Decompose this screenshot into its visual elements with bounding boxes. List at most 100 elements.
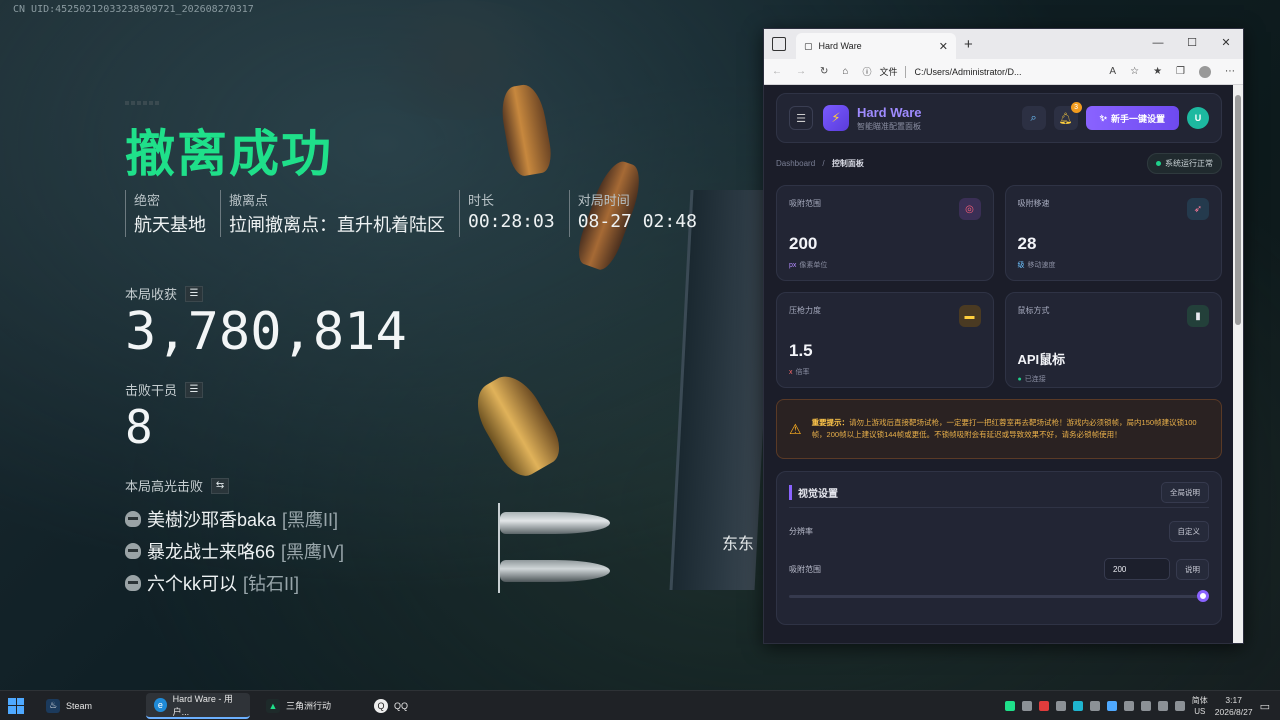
gun-icon: ▬ xyxy=(958,305,981,327)
taskbar-app-game[interactable]: ▲ 三角洲行动 xyxy=(258,693,358,719)
stat-card-speed: 吸附移速 ➶ 28 级移动速度 xyxy=(1004,185,1222,281)
forward-icon[interactable]: → xyxy=(796,66,806,77)
list-item: 美樹沙耶香baka [黑鹰II] xyxy=(125,503,344,535)
more-icon[interactable]: ⋯ xyxy=(1225,66,1235,77)
defeated-value: 8 xyxy=(125,400,153,454)
target-icon: ◎ xyxy=(958,198,981,220)
brand-title: Hard Ware xyxy=(857,104,922,120)
page-icon: ▢ xyxy=(804,40,813,51)
new-tab-icon[interactable]: + xyxy=(964,36,973,53)
global-help-button[interactable]: 全局说明 xyxy=(1161,482,1209,503)
range-help-button[interactable]: 说明 xyxy=(1176,558,1209,580)
tray-app-icon[interactable] xyxy=(1038,701,1049,711)
back-icon[interactable]: ← xyxy=(772,66,782,77)
browser-tabbar: ▢ Hard Ware ✕ + — ☐ ✕ xyxy=(764,29,1243,59)
setting-row-range: 吸附范围 200 说明 xyxy=(789,550,1209,588)
notification-button[interactable]: 🔔︎ 3 xyxy=(1053,102,1082,130)
skull-icon xyxy=(125,543,141,559)
side-card-text: 东东 xyxy=(722,536,755,553)
avatar[interactable]: U xyxy=(1187,107,1209,129)
refresh-icon[interactable]: ↻ xyxy=(820,66,828,77)
minimize-icon[interactable]: — xyxy=(1141,29,1175,59)
volume-icon[interactable] xyxy=(1174,701,1185,711)
home-icon[interactable]: ⌂ xyxy=(842,66,848,77)
list-item: 暴龙战士来咯66 [黑鹰IV] xyxy=(125,535,344,567)
system-tray: 简体 US 3:17 2026/8/27 ▭ xyxy=(1004,691,1270,720)
favorite-icon[interactable]: ☆ xyxy=(1130,66,1139,77)
profile-icon[interactable] xyxy=(1199,65,1211,78)
mouse-icon: ▮ xyxy=(1187,305,1209,327)
visual-settings-panel: 视觉设置 全局说明 分辨率 自定义 吸附范围 200 说明 xyxy=(776,471,1222,625)
bullet-decoration xyxy=(500,560,610,582)
earnings-label-row: 本局收获 ☰ xyxy=(125,284,204,303)
taskbar-app-steam[interactable]: ♨ Steam xyxy=(38,693,138,719)
warning-icon: ⚠ xyxy=(789,420,802,437)
list-item: 六个kk可以 [钻石II] xyxy=(125,567,344,599)
range-input[interactable]: 200 xyxy=(1104,558,1170,580)
app-page: ☰ ⚡ Hard Ware 智能瞄准配置面板 ⌕ 🔔︎ 3 ✨︎ 新手一键设置 … xyxy=(764,85,1234,643)
address-bar: ← → ↻ ⌂ ⓘ 文件 C:/Users/Administrator/D...… xyxy=(764,59,1243,85)
skull-icon xyxy=(125,575,141,591)
quick-setup-button[interactable]: ✨︎ 新手一键设置 xyxy=(1085,106,1179,130)
info-duration: 时长 00:28:03 xyxy=(459,190,563,237)
tray-app-icon[interactable] xyxy=(1004,701,1015,711)
breadcrumb-root[interactable]: Dashboard xyxy=(776,159,815,168)
bullet-decoration xyxy=(497,82,555,178)
swap-icon[interactable]: ⇆ xyxy=(211,477,230,494)
collections-icon[interactable]: ❐ xyxy=(1176,66,1185,77)
tray-app-icon[interactable] xyxy=(1089,701,1100,711)
close-icon[interactable]: ✕ xyxy=(1209,29,1243,59)
list-icon[interactable]: ☰ xyxy=(185,285,204,302)
tray-app-icon[interactable] xyxy=(1055,701,1066,711)
brand: Hard Ware 智能瞄准配置面板 xyxy=(857,105,922,132)
range-slider[interactable] xyxy=(789,590,1209,602)
search-button[interactable]: ⌕ xyxy=(1021,106,1046,130)
search-icon: ⌕ xyxy=(1030,111,1037,124)
taskbar-app-browser[interactable]: e Hard Ware - 用户... xyxy=(146,692,250,719)
highlight-kill-list: 美樹沙耶香baka [黑鹰II] 暴龙战士来咯66 [黑鹰IV] 六个kk可以 … xyxy=(125,503,344,599)
close-tab-icon[interactable]: ✕ xyxy=(939,40,948,53)
clock[interactable]: 3:17 2026/8/27 xyxy=(1215,694,1253,718)
sparkle-icon: ✨︎ xyxy=(1099,112,1107,123)
lightning-icon: ⚡ xyxy=(823,105,849,131)
breadcrumb-current: 控制面板 xyxy=(831,158,864,168)
info-map: 绝密 航天基地 xyxy=(125,190,214,237)
taskbar: ♨ Steam e Hard Ware - 用户... ▲ 三角洲行动 Q QQ… xyxy=(0,690,1280,720)
tab-actions-icon[interactable] xyxy=(772,37,786,51)
match-info-row: 绝密 航天基地 撤离点 拉闸撤离点：直升机着陆区 时长 00:28:03 对局时… xyxy=(125,190,711,237)
info-match-time: 对局时间 08-27 02:48 xyxy=(568,190,705,237)
tray-app-icon[interactable] xyxy=(1123,701,1134,711)
microphone-icon[interactable] xyxy=(1140,701,1151,711)
browser-tab[interactable]: ▢ Hard Ware ✕ xyxy=(796,33,956,59)
info-icon: ⓘ xyxy=(862,67,872,77)
bullet-decoration xyxy=(466,366,568,484)
network-icon[interactable] xyxy=(1157,701,1168,711)
slider-handle[interactable] xyxy=(1197,590,1209,602)
setting-row-resolution: 分辨率 自定义 xyxy=(789,512,1209,550)
edge-icon: e xyxy=(154,697,167,712)
earnings-label: 本局收获 xyxy=(125,287,178,302)
custom-resolution-button[interactable]: 自定义 xyxy=(1168,520,1209,542)
scrollbar[interactable] xyxy=(1233,85,1243,643)
window-controls: — ☐ ✕ xyxy=(1141,29,1243,59)
maximize-icon[interactable]: ☐ xyxy=(1175,29,1209,59)
taskbar-app-qq[interactable]: Q QQ xyxy=(366,693,466,719)
menu-button[interactable]: ☰ xyxy=(789,106,813,130)
notification-center-icon[interactable]: ▭ xyxy=(1260,700,1270,713)
game-icon: ▲ xyxy=(266,698,280,713)
favorites-list-icon[interactable]: ★ xyxy=(1153,66,1162,77)
list-icon[interactable]: ☰ xyxy=(185,381,204,398)
warning-banner: ⚠ 重要提示：请勿上游戏后直接靶场试枪，一定要打一把红蓉室再去靶场试枪！游戏内必… xyxy=(776,399,1222,459)
shield-icon[interactable] xyxy=(1106,701,1117,711)
input-method[interactable]: 简体 US xyxy=(1192,695,1208,717)
stat-cards: 吸附范围 ◎ 200 px 像素单位 吸附移速 ➶ 28 级移动速度 压枪力度 ▬… xyxy=(776,185,1222,388)
steam-tray-icon[interactable] xyxy=(1021,701,1032,711)
breadcrumb: Dashboard / 控制面板 系统运行正常 xyxy=(776,152,1222,174)
defeated-label-row: 击败干员 ☰ xyxy=(125,380,204,399)
highlight-label: 本局高光击败 xyxy=(125,479,204,494)
url-field[interactable]: ⓘ 文件 C:/Users/Administrator/D... xyxy=(862,65,1022,78)
start-icon[interactable] xyxy=(8,697,24,714)
read-aloud-icon[interactable]: A xyxy=(1109,66,1116,77)
tray-app-icon[interactable] xyxy=(1072,701,1083,711)
bell-icon: 🔔︎ xyxy=(1058,112,1073,125)
